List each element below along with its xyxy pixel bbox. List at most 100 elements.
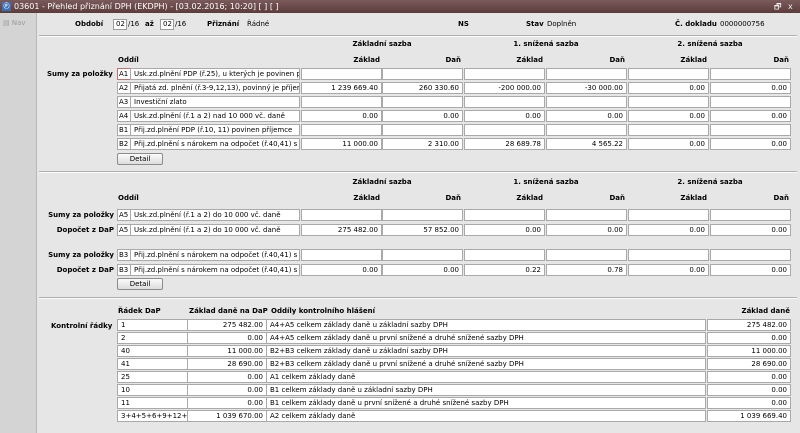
radek-dap-field[interactable]: 3+4+5+6+9+12+13 — [117, 410, 188, 422]
nav-button[interactable]: ▤ Nav — [3, 19, 26, 27]
period-to-month-field[interactable]: 02 — [160, 19, 174, 30]
value-field[interactable] — [464, 68, 545, 80]
oddil-code-b3[interactable]: B3 — [117, 264, 131, 276]
oddil-code-a5[interactable]: A5 — [117, 224, 131, 236]
radek-dap-field[interactable]: 10 — [117, 384, 188, 396]
value-field[interactable] — [301, 209, 382, 221]
zaklad-dane-na-dap-field[interactable]: 11 000.00 — [187, 345, 267, 357]
radek-dap-field[interactable]: 40 — [117, 345, 188, 357]
value-field[interactable] — [710, 124, 791, 136]
oddil-code-a4[interactable]: A4 — [117, 110, 131, 122]
zaklad-dane-field[interactable]: 11 000.00 — [707, 345, 791, 357]
value-field[interactable] — [710, 249, 791, 261]
value-field[interactable]: 0.00 — [628, 82, 709, 94]
oddily-kontrolniho-hlaseni-field[interactable]: A4+A5 celkem základy daně u první snížen… — [266, 332, 706, 344]
value-field[interactable] — [301, 68, 382, 80]
value-field[interactable]: 0.00 — [301, 264, 382, 276]
value-field[interactable]: 57 852.00 — [382, 224, 463, 236]
value-field[interactable]: 260 330.60 — [382, 82, 463, 94]
zaklad-dane-field[interactable]: 0.00 — [707, 384, 791, 396]
value-field[interactable]: 4 565.22 — [546, 138, 627, 150]
radek-dap-field[interactable]: 2 — [117, 332, 188, 344]
zaklad-dane-na-dap-field[interactable]: 0.00 — [187, 397, 267, 409]
value-field[interactable]: 11 000.00 — [301, 138, 382, 150]
oddily-kontrolniho-hlaseni-field[interactable]: A4+A5 celkem základy daně u základní saz… — [266, 319, 706, 331]
value-field[interactable]: 0.00 — [710, 110, 791, 122]
restore-window-icon[interactable]: 🗗 — [774, 0, 782, 13]
oddil-code-a5[interactable]: A5 — [117, 209, 131, 221]
value-field[interactable]: 0.00 — [710, 264, 791, 276]
detail-button[interactable]: Detail — [117, 153, 163, 165]
oddily-kontrolniho-hlaseni-field[interactable]: B2+B3 celkem základy daně u první snížen… — [266, 358, 706, 370]
value-field[interactable] — [464, 124, 545, 136]
value-field[interactable]: 0.00 — [464, 110, 545, 122]
close-window-icon[interactable]: x — [788, 0, 793, 13]
value-field[interactable] — [546, 249, 627, 261]
value-field[interactable]: 0.00 — [628, 110, 709, 122]
period-from-month-field[interactable]: 02 — [113, 19, 127, 30]
value-field[interactable]: 0.00 — [382, 264, 463, 276]
value-field[interactable]: 0.00 — [546, 110, 627, 122]
zaklad-dane-field[interactable]: 0.00 — [707, 397, 791, 409]
oddily-kontrolniho-hlaseni-field[interactable]: B2+B3 celkem základy daně u základní saz… — [266, 345, 706, 357]
value-field[interactable] — [546, 96, 627, 108]
value-field[interactable] — [628, 124, 709, 136]
zaklad-dane-field[interactable]: 0.00 — [707, 371, 791, 383]
value-field[interactable]: -30 000.00 — [546, 82, 627, 94]
value-field[interactable]: 2 310.00 — [382, 138, 463, 150]
value-field[interactable] — [464, 96, 545, 108]
value-field[interactable] — [710, 209, 791, 221]
value-field[interactable] — [301, 96, 382, 108]
value-field[interactable]: 0.00 — [628, 224, 709, 236]
value-field[interactable] — [382, 209, 463, 221]
value-field[interactable]: 0.00 — [546, 224, 627, 236]
oddil-code-b1[interactable]: B1 — [117, 124, 131, 136]
value-field[interactable]: 0.00 — [301, 110, 382, 122]
value-field[interactable] — [628, 209, 709, 221]
value-field[interactable]: 0.00 — [628, 138, 709, 150]
oddil-code-a1[interactable]: A1 — [117, 68, 131, 80]
zaklad-dane-na-dap-field[interactable]: 28 690.00 — [187, 358, 267, 370]
oddil-code-a2[interactable]: A2 — [117, 82, 131, 94]
oddily-kontrolniho-hlaseni-field[interactable]: A1 celkem základy daně — [266, 371, 706, 383]
oddily-kontrolniho-hlaseni-field[interactable]: A2 celkem základy daně — [266, 410, 706, 422]
value-field[interactable] — [382, 96, 463, 108]
value-field[interactable] — [382, 249, 463, 261]
zaklad-dane-na-dap-field[interactable]: 0.00 — [187, 332, 267, 344]
value-field[interactable] — [546, 124, 627, 136]
zaklad-dane-field[interactable]: 0.00 — [707, 332, 791, 344]
value-field[interactable]: 0.78 — [546, 264, 627, 276]
value-field[interactable] — [301, 249, 382, 261]
value-field[interactable] — [546, 209, 627, 221]
oddil-code-b3[interactable]: B3 — [117, 249, 131, 261]
value-field[interactable]: 0.22 — [464, 264, 545, 276]
zaklad-dane-na-dap-field[interactable]: 0.00 — [187, 371, 267, 383]
value-field[interactable] — [301, 124, 382, 136]
zaklad-dane-field[interactable]: 1 039 669.40 — [707, 410, 791, 422]
value-field[interactable] — [464, 249, 545, 261]
radek-dap-field[interactable]: 25 — [117, 371, 188, 383]
value-field[interactable]: 0.00 — [710, 138, 791, 150]
value-field[interactable] — [710, 96, 791, 108]
radek-dap-field[interactable]: 1 — [117, 319, 188, 331]
oddil-code-b2[interactable]: B2 — [117, 138, 131, 150]
zaklad-dane-field[interactable]: 275 482.00 — [707, 319, 791, 331]
oddil-code-a3[interactable]: A3 — [117, 96, 131, 108]
value-field[interactable]: -200 000.00 — [464, 82, 545, 94]
zaklad-dane-na-dap-field[interactable]: 275 482.00 — [187, 319, 267, 331]
zaklad-dane-na-dap-field[interactable]: 1 039 670.00 — [187, 410, 267, 422]
value-field[interactable] — [464, 209, 545, 221]
value-field[interactable] — [628, 68, 709, 80]
value-field[interactable]: 275 482.00 — [301, 224, 382, 236]
value-field[interactable]: 0.00 — [464, 224, 545, 236]
value-field[interactable]: 1 239 669.40 — [301, 82, 382, 94]
radek-dap-field[interactable]: 11 — [117, 397, 188, 409]
zaklad-dane-field[interactable]: 28 690.00 — [707, 358, 791, 370]
value-field[interactable]: 0.00 — [710, 224, 791, 236]
value-field[interactable]: 0.00 — [628, 264, 709, 276]
oddily-kontrolniho-hlaseni-field[interactable]: B1 celkem základy daně u základní sazby … — [266, 384, 706, 396]
value-field[interactable] — [710, 68, 791, 80]
value-field[interactable] — [382, 124, 463, 136]
detail-button[interactable]: Detail — [117, 278, 163, 290]
value-field[interactable]: 28 689.78 — [464, 138, 545, 150]
